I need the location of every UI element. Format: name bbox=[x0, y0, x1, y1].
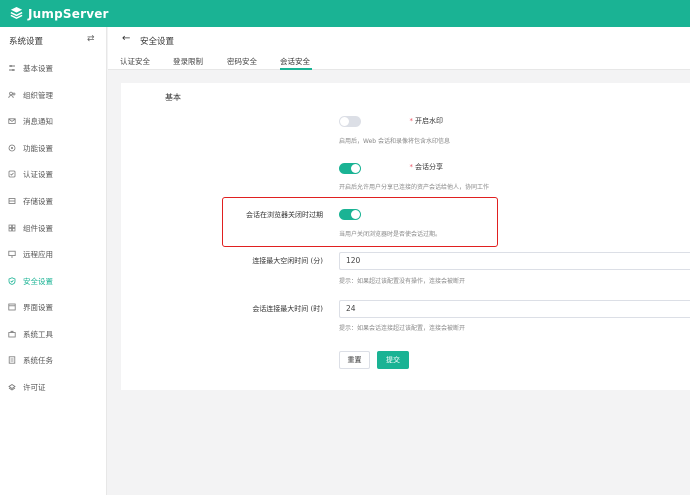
sidebar-item-label: 消息通知 bbox=[23, 116, 53, 126]
users-icon bbox=[8, 91, 16, 99]
sidebar-item-label: 认证设置 bbox=[23, 169, 53, 179]
sidebar-item-remote-apps[interactable]: 远程应用 bbox=[0, 244, 106, 264]
page-header: ← 安全设置 认证安全 登录限制 密码安全 会话安全 bbox=[108, 27, 690, 70]
sidebar-item-messages[interactable]: 消息通知 bbox=[0, 111, 106, 131]
session-share-label-text: 会话分享 bbox=[415, 163, 443, 171]
brand-name: JumpServer bbox=[28, 6, 109, 21]
sidebar-item-label: 系统任务 bbox=[23, 355, 53, 365]
max-idle-time-help: 提示：如果超过该配置没有操作，连接会被断开 bbox=[339, 278, 466, 285]
sidebar: 系统设置 ⇄ 基本设置 组织管理 消息通知 功能设置 认证设置 存储设置 组件设… bbox=[0, 27, 107, 495]
interface-icon bbox=[8, 303, 16, 311]
sidebar-item-basic[interactable]: 基本设置 bbox=[0, 58, 106, 78]
sidebar-item-label: 组织管理 bbox=[23, 90, 53, 100]
sidebar-item-label: 远程应用 bbox=[23, 249, 53, 259]
feature-icon bbox=[8, 144, 16, 152]
storage-icon bbox=[8, 198, 16, 204]
session-share-toggle[interactable] bbox=[339, 163, 361, 174]
tab-login-limits[interactable]: 登录限制 bbox=[173, 56, 203, 67]
toggle-knob bbox=[340, 117, 349, 126]
watermark-label-text: 开启水印 bbox=[415, 117, 443, 125]
license-icon bbox=[8, 384, 16, 391]
page-title: 安全设置 bbox=[140, 37, 175, 47]
sidebar-item-storage[interactable]: 存储设置 bbox=[0, 191, 106, 211]
sidebar-title: 系统设置 bbox=[9, 37, 44, 47]
sidebar-item-label: 组件设置 bbox=[23, 223, 53, 233]
sidebar-toggle-icon[interactable]: ⇄ bbox=[87, 34, 95, 44]
sidebar-item-components[interactable]: 组件设置 bbox=[0, 218, 106, 238]
brand-logo[interactable]: JumpServer bbox=[9, 6, 109, 21]
remote-app-icon bbox=[8, 250, 16, 258]
max-idle-time-input[interactable]: 120 bbox=[339, 252, 690, 270]
tab-password-security[interactable]: 密码安全 bbox=[227, 56, 257, 67]
sidebar-item-label: 界面设置 bbox=[23, 302, 53, 312]
toggle-knob bbox=[351, 164, 360, 173]
section-title: 基本 bbox=[165, 93, 181, 102]
sidebar-item-label: 基本设置 bbox=[23, 63, 53, 73]
sidebar-item-auth[interactable]: 认证设置 bbox=[0, 164, 106, 184]
sidebar-item-label: 安全设置 bbox=[23, 276, 53, 286]
sidebar-item-license[interactable]: 许可证 bbox=[0, 377, 106, 397]
submit-button[interactable]: 提交 bbox=[377, 351, 409, 369]
sliders-icon bbox=[9, 65, 15, 71]
tab-auth-security[interactable]: 认证安全 bbox=[120, 56, 150, 67]
sidebar-item-label: 存储设置 bbox=[23, 196, 53, 206]
max-idle-time-label: 连接最大空闲时间 (分) bbox=[252, 257, 323, 265]
toolbox-icon bbox=[8, 330, 16, 338]
sidebar-item-label: 许可证 bbox=[23, 382, 46, 392]
session-share-label: * 会话分享 bbox=[410, 162, 444, 172]
required-mark: * bbox=[409, 117, 414, 125]
top-bar: JumpServer bbox=[0, 0, 690, 27]
watermark-help: 启用后，Web 会话和录像将包含水印信息 bbox=[339, 138, 450, 145]
jumpserver-logo-icon bbox=[10, 6, 23, 20]
sidebar-item-label: 功能设置 bbox=[23, 143, 53, 153]
component-icon bbox=[8, 224, 16, 232]
sidebar-item-tasks[interactable]: 系统任务 bbox=[0, 350, 106, 370]
annotation-highlight-box bbox=[222, 197, 498, 247]
max-session-time-help: 提示：如果会话连接超过该配置，连接会被断开 bbox=[339, 325, 466, 332]
tab-session-security[interactable]: 会话安全 bbox=[280, 56, 310, 67]
max-session-time-input[interactable]: 24 bbox=[339, 300, 690, 318]
required-mark: * bbox=[409, 163, 414, 171]
back-arrow-icon[interactable]: ← bbox=[122, 33, 130, 44]
sidebar-item-features[interactable]: 功能设置 bbox=[0, 138, 106, 158]
task-icon bbox=[8, 356, 16, 364]
sidebar-item-org[interactable]: 组织管理 bbox=[0, 85, 106, 105]
sidebar-item-label: 系统工具 bbox=[23, 329, 53, 339]
auth-icon bbox=[8, 170, 16, 178]
sidebar-item-tools[interactable]: 系统工具 bbox=[0, 324, 106, 344]
session-share-help: 开启后允许用户分享已连接的资产会话给他人，协同工作 bbox=[339, 184, 490, 191]
active-tab-indicator bbox=[280, 68, 312, 70]
watermark-toggle[interactable] bbox=[339, 116, 361, 127]
shield-icon bbox=[8, 277, 16, 285]
reset-button[interactable]: 重置 bbox=[339, 351, 370, 369]
sidebar-item-security[interactable]: 安全设置 bbox=[0, 271, 106, 291]
sidebar-header: 系统设置 ⇄ bbox=[0, 27, 107, 54]
mail-icon bbox=[8, 118, 16, 124]
max-session-time-label: 会话连接最大时间 (时) bbox=[252, 305, 323, 313]
watermark-label: * 开启水印 bbox=[410, 116, 444, 126]
sidebar-item-interface[interactable]: 界面设置 bbox=[0, 297, 106, 317]
